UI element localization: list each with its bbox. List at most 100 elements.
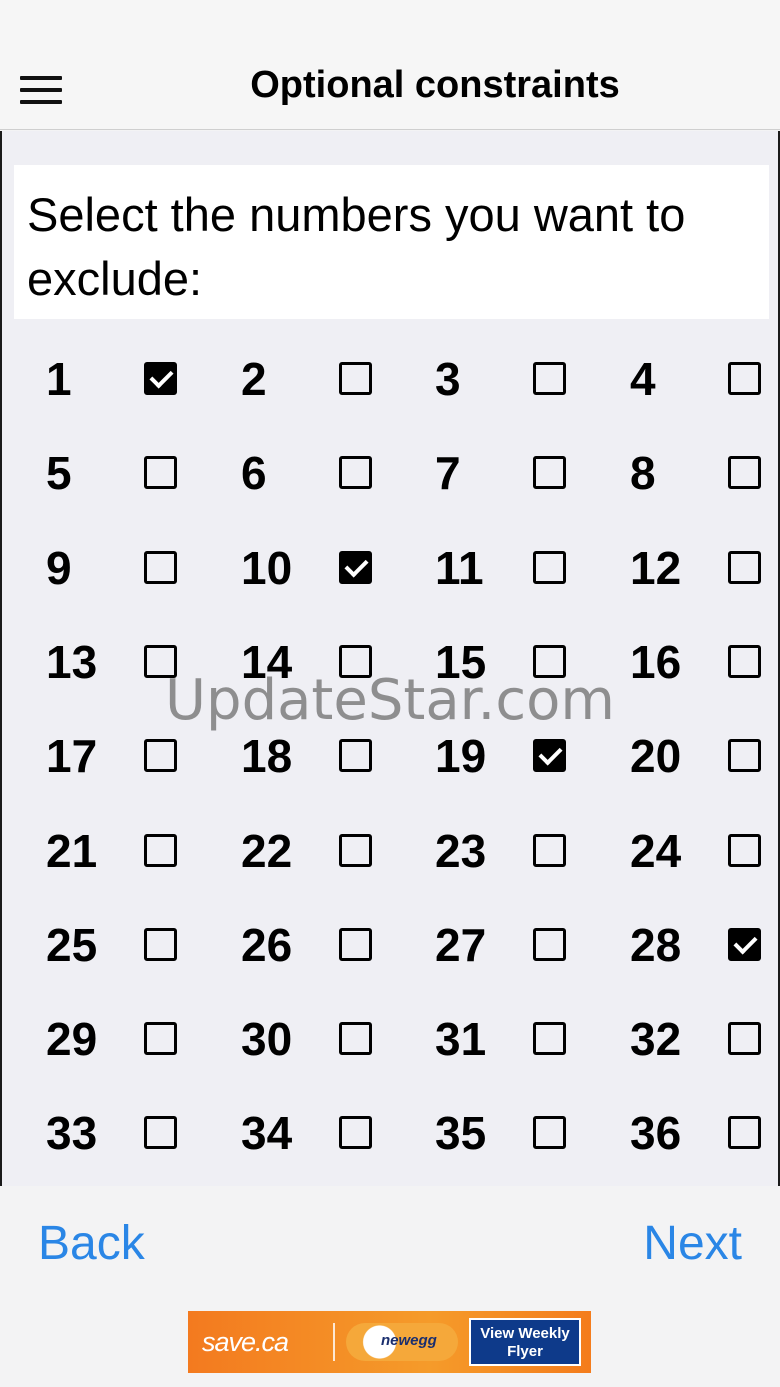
page-title: Optional constraints <box>250 64 620 106</box>
number-option[interactable]: 1 <box>46 349 236 409</box>
number-label: 25 <box>46 919 98 971</box>
number-option[interactable]: 33 <box>46 1103 236 1163</box>
number-option[interactable]: 4 <box>630 349 780 409</box>
checkbox-unchecked[interactable] <box>144 1116 177 1149</box>
number-option[interactable]: 16 <box>630 632 780 692</box>
checkbox-checked[interactable] <box>533 739 566 772</box>
number-option[interactable]: 26 <box>241 915 431 975</box>
number-option[interactable]: 34 <box>241 1103 431 1163</box>
number-option[interactable]: 32 <box>630 1009 780 1069</box>
number-option[interactable]: 25 <box>46 915 236 975</box>
number-label: 31 <box>435 1013 487 1065</box>
number-label: 1 <box>46 353 72 405</box>
checkbox-checked[interactable] <box>144 362 177 395</box>
number-option[interactable]: 14 <box>241 632 431 692</box>
checkbox-unchecked[interactable] <box>728 739 761 772</box>
number-option[interactable]: 18 <box>241 726 431 786</box>
checkbox-unchecked[interactable] <box>339 834 372 867</box>
checkbox-unchecked[interactable] <box>728 645 761 678</box>
ad-divider <box>333 1323 335 1361</box>
next-button[interactable]: Next <box>643 1216 742 1271</box>
number-label: 29 <box>46 1013 98 1065</box>
checkbox-unchecked[interactable] <box>144 645 177 678</box>
checkbox-unchecked[interactable] <box>728 1116 761 1149</box>
number-label: 9 <box>46 542 72 594</box>
number-option[interactable]: 2 <box>241 349 431 409</box>
checkbox-unchecked[interactable] <box>533 362 566 395</box>
number-grid: 1 2 3 4 5 6 7 8 9 10 11 12 13 14 15 16 17 18 19 20 21 22 23 24 2… <box>2 131 780 1186</box>
checkbox-unchecked[interactable] <box>339 739 372 772</box>
number-label: 2 <box>241 353 267 405</box>
checkbox-unchecked[interactable] <box>339 362 372 395</box>
ad-banner[interactable]: save.ca newegg View Weekly Flyer <box>188 1311 591 1373</box>
number-option[interactable]: 24 <box>630 821 780 881</box>
checkbox-unchecked[interactable] <box>144 551 177 584</box>
ad-cta-button[interactable]: View Weekly Flyer <box>469 1318 581 1366</box>
number-option[interactable]: 8 <box>630 443 780 503</box>
checkbox-unchecked[interactable] <box>533 1116 566 1149</box>
checkbox-unchecked[interactable] <box>339 1022 372 1055</box>
number-option[interactable]: 3 <box>435 349 625 409</box>
number-option[interactable]: 27 <box>435 915 625 975</box>
number-option[interactable]: 35 <box>435 1103 625 1163</box>
number-option[interactable]: 36 <box>630 1103 780 1163</box>
number-label: 20 <box>630 730 682 782</box>
number-option[interactable]: 6 <box>241 443 431 503</box>
checkbox-unchecked[interactable] <box>533 645 566 678</box>
number-option[interactable]: 5 <box>46 443 236 503</box>
number-label: 13 <box>46 636 98 688</box>
checkbox-unchecked[interactable] <box>339 456 372 489</box>
number-label: 11 <box>435 542 484 594</box>
number-option[interactable]: 15 <box>435 632 625 692</box>
number-option[interactable]: 10 <box>241 538 431 598</box>
footer: Back Next save.ca newegg View Weekly Fly… <box>0 1186 780 1387</box>
checkbox-checked[interactable] <box>728 928 761 961</box>
number-option[interactable]: 28 <box>630 915 780 975</box>
checkbox-unchecked[interactable] <box>144 1022 177 1055</box>
number-option[interactable]: 30 <box>241 1009 431 1069</box>
checkbox-unchecked[interactable] <box>339 645 372 678</box>
checkbox-unchecked[interactable] <box>144 928 177 961</box>
number-label: 5 <box>46 447 72 499</box>
checkbox-unchecked[interactable] <box>533 928 566 961</box>
checkbox-unchecked[interactable] <box>728 551 761 584</box>
checkbox-unchecked[interactable] <box>144 834 177 867</box>
number-option[interactable]: 12 <box>630 538 780 598</box>
number-label: 10 <box>241 542 293 594</box>
checkbox-unchecked[interactable] <box>728 834 761 867</box>
checkbox-checked[interactable] <box>339 551 372 584</box>
number-label: 14 <box>241 636 293 688</box>
number-label: 28 <box>630 919 682 971</box>
number-option[interactable]: 31 <box>435 1009 625 1069</box>
number-option[interactable]: 19 <box>435 726 625 786</box>
back-button[interactable]: Back <box>38 1216 145 1271</box>
number-label: 4 <box>630 353 656 405</box>
number-label: 8 <box>630 447 656 499</box>
number-option[interactable]: 21 <box>46 821 236 881</box>
checkbox-unchecked[interactable] <box>533 834 566 867</box>
number-option[interactable]: 29 <box>46 1009 236 1069</box>
checkbox-unchecked[interactable] <box>533 551 566 584</box>
number-option[interactable]: 20 <box>630 726 780 786</box>
checkbox-unchecked[interactable] <box>728 1022 761 1055</box>
checkbox-unchecked[interactable] <box>533 456 566 489</box>
checkbox-unchecked[interactable] <box>339 928 372 961</box>
checkbox-unchecked[interactable] <box>728 456 761 489</box>
checkbox-unchecked[interactable] <box>533 1022 566 1055</box>
checkbox-unchecked[interactable] <box>339 1116 372 1149</box>
number-option[interactable]: 13 <box>46 632 236 692</box>
number-option[interactable]: 22 <box>241 821 431 881</box>
checkbox-unchecked[interactable] <box>144 739 177 772</box>
number-option[interactable]: 9 <box>46 538 236 598</box>
number-option[interactable]: 11 <box>435 538 625 598</box>
number-label: 33 <box>46 1107 98 1159</box>
checkbox-unchecked[interactable] <box>728 362 761 395</box>
number-label: 24 <box>630 825 682 877</box>
number-option[interactable]: 17 <box>46 726 236 786</box>
header-bar: Optional constraints <box>0 0 780 130</box>
checkbox-unchecked[interactable] <box>144 456 177 489</box>
number-label: 34 <box>241 1107 293 1159</box>
number-label: 15 <box>435 636 487 688</box>
number-option[interactable]: 23 <box>435 821 625 881</box>
number-option[interactable]: 7 <box>435 443 625 503</box>
